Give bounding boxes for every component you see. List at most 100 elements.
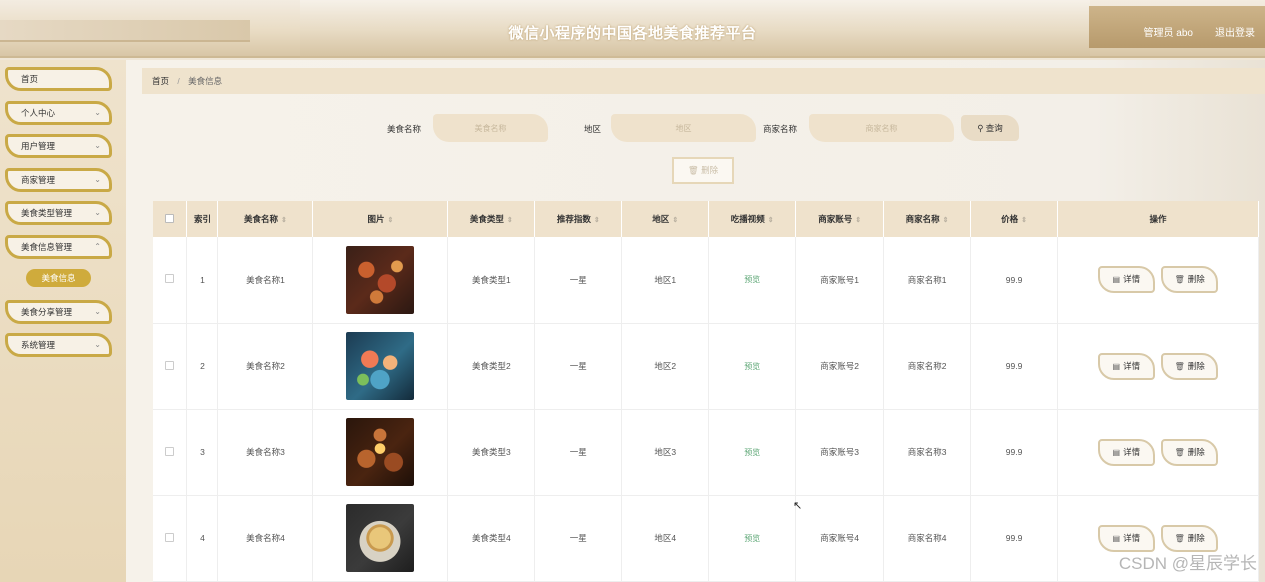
trash-icon: 🗑 [687,165,699,175]
detail-button[interactable]: ▤ 详情 [1097,438,1155,466]
delete-button[interactable]: 🗑 删除 [1161,352,1219,380]
food-name-input[interactable] [433,114,548,142]
row-food-type: 美食类型1 [447,237,536,324]
row-rating: 一星 [534,323,623,410]
food-image[interactable] [346,418,415,486]
row-actions: ▤ 详情 🗑 删除 [1057,237,1259,324]
merchant-name-input[interactable] [809,114,954,142]
row-index: 1 [186,237,219,324]
sidebar-item-home[interactable]: 首页 [5,67,112,91]
table-row: 3 美食名称3 美食类型3 一星 地区3 预览 商家账号3 商家名称3 99.9… [153,409,1259,496]
delete-button[interactable]: 🗑 删除 [1161,266,1219,294]
column-header-region[interactable]: 地区 ⇕ [621,201,710,237]
row-merchant-account: 商家账号4 [795,495,885,582]
sort-icon[interactable]: ⇕ [943,217,949,224]
video-preview-link[interactable]: 预览 [744,534,760,543]
sidebar-item-label: 美食分享管理 [21,307,73,317]
trash-icon: 🗑 [1174,533,1185,543]
sort-icon[interactable]: ⇕ [281,217,287,224]
row-price: 99.9 [970,323,1059,410]
row-actions: ▤ 详情 🗑 删除 [1057,409,1259,496]
sidebar-item-food-info-management[interactable]: 美食信息管理 ⌃ [5,235,112,259]
sort-icon[interactable]: ⇕ [672,217,678,224]
delete-button[interactable]: 🗑 删除 [1161,524,1219,552]
app-title: 微信小程序的中国各地美食推荐平台 [508,25,757,42]
row-merchant-account: 商家账号3 [795,409,885,496]
food-image[interactable] [346,245,415,314]
merchant-name-label: 商家名称 [763,124,798,134]
sort-icon[interactable]: ⇕ [507,217,513,224]
row-price: 99.9 [970,409,1059,496]
delete-button[interactable]: 🗑 删除 [1161,438,1219,466]
column-header-actions: 操作 [1057,201,1259,237]
row-checkbox[interactable] [165,360,175,370]
region-input[interactable] [611,114,756,142]
sidebar-item-food-type-management[interactable]: 美食类型管理 ⌄ [5,201,112,225]
row-price: 99.9 [970,237,1059,324]
column-header-price[interactable]: 价格 ⇕ [970,201,1059,237]
column-header-type[interactable]: 美食类型 ⇕ [447,201,536,237]
detail-button[interactable]: ▤ 详情 [1097,266,1155,294]
trash-icon: 🗑 [1174,361,1185,371]
column-header-image[interactable]: 图片 ⇕ [312,201,449,237]
food-image[interactable] [346,504,415,572]
row-merchant-account: 商家账号1 [795,237,885,324]
video-preview-link[interactable]: 预览 [744,275,760,284]
column-header-video[interactable]: 吃播视频 ⇕ [708,201,797,237]
detail-button[interactable]: ▤ 详情 [1097,352,1155,380]
select-all-checkbox[interactable] [165,213,175,223]
trash-icon: 🗑 [1174,275,1185,285]
sidebar-item-label: 系统管理 [21,340,56,350]
logout-link[interactable]: 退出登录 [1215,24,1255,39]
row-rating: 一星 [534,495,623,582]
sidebar-item-system-management[interactable]: 系统管理 ⌄ [5,333,112,357]
row-checkbox[interactable] [165,446,175,456]
row-food-name: 美食名称1 [217,237,314,324]
sidebar-item-label: 用户管理 [21,141,56,151]
row-index: 4 [186,495,219,582]
row-index: 2 [186,323,219,410]
search-button-label: 查询 [985,123,1003,133]
sort-icon[interactable]: ⇕ [768,217,774,224]
batch-delete-label: 删除 [701,165,719,175]
column-header-account[interactable]: 商家账号 ⇕ [795,201,885,237]
chevron-down-icon: ⌄ [94,108,101,117]
batch-delete-button[interactable]: 🗑 删除 [672,157,734,184]
video-preview-link[interactable]: 预览 [744,362,760,371]
row-food-type: 美食类型4 [447,495,536,582]
video-preview-link[interactable]: 预览 [744,448,760,457]
sidebar-item-personal-center[interactable]: 个人中心 ⌄ [5,101,112,125]
sort-icon[interactable]: ⇕ [1021,217,1027,224]
row-checkbox[interactable] [165,532,175,542]
sort-icon[interactable]: ⇕ [855,217,861,224]
main-content: 首页 / 美食信息 美食名称 地区 商家名称 ⚲ 查询 🗑 删除 索引 美食名称… [126,60,1265,582]
row-region: 地区2 [621,323,710,410]
mouse-cursor-icon: ↖ [793,500,803,512]
sidebar-item-label: 美食信息管理 [21,242,73,252]
document-icon: ▤ [1112,533,1121,543]
chevron-down-icon: ⌄ [94,175,101,184]
food-name-label: 美食名称 [387,124,422,134]
row-rating: 一星 [534,409,623,496]
column-header-merchant[interactable]: 商家名称 ⇕ [883,201,972,237]
detail-button[interactable]: ▤ 详情 [1097,524,1155,552]
row-region: 地区1 [621,237,710,324]
sidebar-item-label: 商家管理 [21,175,56,185]
search-button[interactable]: ⚲ 查询 [961,115,1019,141]
row-price: 99.9 [970,495,1059,582]
sort-icon[interactable]: ⇕ [387,217,393,224]
row-food-type: 美食类型3 [447,409,536,496]
sidebar-item-user-management[interactable]: 用户管理 ⌄ [5,134,112,158]
sidebar-item-food-share-management[interactable]: 美食分享管理 ⌄ [5,300,112,324]
row-checkbox[interactable] [165,274,175,284]
sidebar-item-label: 首页 [21,74,39,84]
row-food-type: 美食类型2 [447,323,536,410]
sort-icon[interactable]: ⇕ [594,217,600,224]
column-header-name[interactable]: 美食名称 ⇕ [217,201,314,237]
table-row: 2 美食名称2 美食类型2 一星 地区2 预览 商家账号2 商家名称2 99.9… [153,323,1259,410]
food-image[interactable] [346,332,415,400]
column-header-rating[interactable]: 推荐指数 ⇕ [534,201,623,237]
breadcrumb-home[interactable]: 首页 [152,76,169,86]
sidebar-item-merchant-management[interactable]: 商家管理 ⌄ [5,168,112,192]
sidebar-subitem-food-info[interactable]: 美食信息 [26,269,91,287]
